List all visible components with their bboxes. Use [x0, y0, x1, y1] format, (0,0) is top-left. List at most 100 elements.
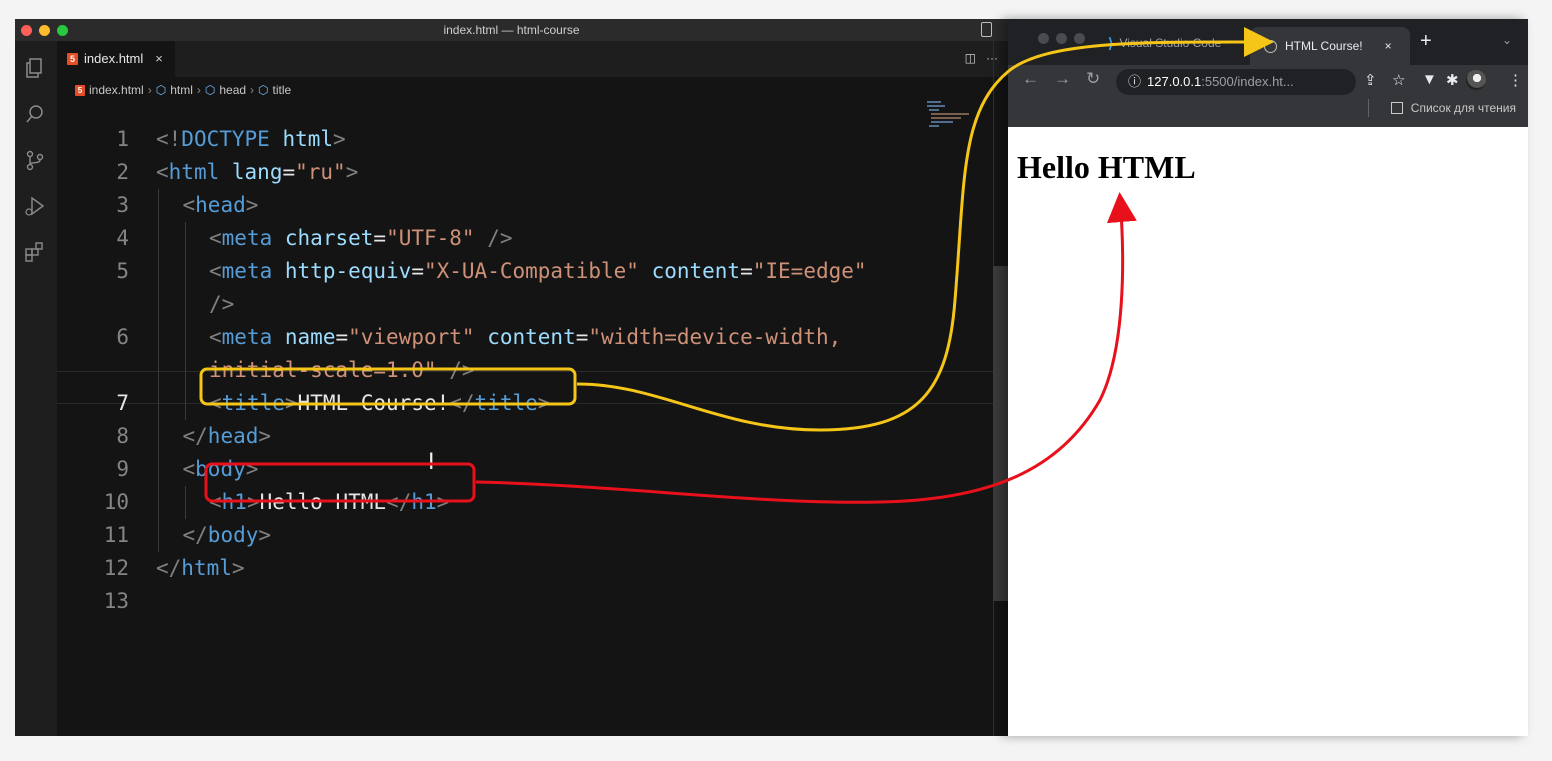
code-token: charset [284, 226, 374, 250]
close-window-button[interactable] [1038, 33, 1049, 44]
code-token: "IE=edge" [752, 259, 867, 283]
code-text: <meta http-equiv="X-UA-Compatible" conte… [209, 255, 867, 288]
breadcrumb-html[interactable]: html [170, 83, 193, 97]
bookmark-star-icon[interactable]: ☆ [1392, 71, 1405, 89]
source-control-icon[interactable] [24, 149, 46, 171]
close-tab-button[interactable]: × [1385, 31, 1392, 61]
line-number: 5 [116, 259, 129, 283]
line-number: 11 [103, 523, 129, 547]
reading-list-button[interactable]: Список для чтения [1390, 101, 1516, 115]
maximize-window-button[interactable] [57, 25, 68, 36]
extensions-puzzle-icon[interactable]: ✱ [1446, 71, 1459, 89]
forward-arrow-icon[interactable]: → [1054, 69, 1071, 89]
code-token: content [651, 259, 741, 283]
minimize-window-button[interactable] [39, 25, 50, 36]
tab-index-html[interactable]: 5 index.html × [57, 41, 175, 77]
code-text: <!DOCTYPE html> [156, 123, 346, 156]
code-token: /> [209, 292, 235, 316]
tab-visual-studio-code[interactable]: ⟩ Visual Studio Code [1108, 29, 1238, 57]
code-token: /> [449, 358, 475, 382]
html5-file-icon: 5 [67, 53, 78, 65]
editor-scrollbar[interactable] [993, 266, 1008, 601]
close-tab-button[interactable]: × [155, 41, 163, 77]
code-token: = [411, 259, 424, 283]
info-icon[interactable]: ⓘ [1128, 74, 1141, 89]
code-token: http-equiv [284, 259, 412, 283]
breadcrumb-title[interactable]: title [273, 83, 292, 97]
run-debug-icon[interactable] [24, 195, 46, 217]
url-host: 127.0.0.1 [1147, 74, 1202, 89]
tab-search-chevron-icon[interactable]: ⌄ [1502, 33, 1512, 47]
share-icon[interactable]: ⇪ [1364, 71, 1377, 89]
minimize-window-button[interactable] [1056, 33, 1067, 44]
line-number: 13 [103, 589, 129, 613]
maximize-window-button[interactable] [1074, 33, 1085, 44]
close-window-button[interactable] [21, 25, 32, 36]
reading-list-label: Список для чтения [1410, 101, 1516, 115]
breadcrumb-file[interactable]: index.html [89, 83, 144, 97]
code-token: DOCTYPE [181, 127, 270, 151]
code-token: meta [221, 259, 273, 283]
code-token: > [436, 490, 450, 514]
split-editor-icon[interactable]: ◫ [965, 51, 976, 65]
search-icon[interactable] [24, 103, 46, 125]
code-token: > [333, 127, 346, 151]
code-token: < [209, 325, 222, 349]
code-token: > [246, 490, 260, 514]
extensions-icon[interactable] [24, 241, 46, 263]
explorer-icon[interactable] [24, 57, 46, 79]
layout-icon[interactable] [981, 22, 992, 37]
vscode-logo-icon: ⟩ [1108, 35, 1114, 51]
code-token: </ [449, 391, 475, 415]
code-text: </html> [156, 552, 245, 585]
back-arrow-icon[interactable]: ← [1022, 69, 1039, 89]
editor-group: 5 index.html × ◫ ··· 5 index.html › ⬡ ht… [57, 41, 1008, 736]
url-path: :5500/index.ht... [1201, 74, 1294, 89]
window-title: index.html — html-course [443, 23, 580, 37]
code-token: "X-UA-Compatible" [423, 259, 639, 283]
code-token: < [182, 193, 196, 217]
minimap[interactable] [927, 101, 969, 131]
indent-guide [158, 189, 159, 552]
code-token: > [245, 457, 259, 481]
reload-icon[interactable]: ↻ [1086, 69, 1100, 89]
browser-menu-icon[interactable]: ⋮ [1508, 71, 1523, 89]
line-number: 2 [116, 160, 129, 184]
breadcrumb-head[interactable]: head [219, 83, 246, 97]
code-text: </head> [183, 420, 272, 453]
window-titlebar: index.html — html-course [15, 19, 1008, 41]
code-token: > [258, 424, 272, 448]
tab-title: Visual Studio Code [1119, 36, 1222, 50]
breadcrumb-separator-icon: › [147, 83, 152, 97]
element-icon: ⬡ [258, 83, 269, 97]
code-token: < [209, 259, 222, 283]
code-token: HTML Course! [297, 391, 450, 415]
address-bar[interactable]: ⓘ 127.0.0.1:5500/index.ht... [1116, 69, 1356, 95]
code-text: initial-scale=1.0" /> [209, 354, 475, 387]
tab-label: index.html [84, 51, 144, 66]
line-number: 8 [116, 424, 129, 448]
code-token: head [195, 193, 246, 217]
code-token: body [207, 523, 259, 547]
indent-guide [184, 222, 186, 420]
profile-avatar[interactable] [1466, 70, 1486, 90]
code-token: < [209, 490, 222, 514]
code-token: body [195, 457, 246, 481]
code-token: < [182, 457, 196, 481]
code-token: content [487, 325, 576, 349]
page-viewport: Hello HTML [1008, 127, 1528, 736]
element-icon: ⬡ [155, 83, 167, 97]
code-text: /> [209, 288, 234, 321]
html5-file-icon: 5 [75, 84, 85, 96]
code-token: > [345, 160, 359, 184]
more-actions-icon[interactable]: ··· [986, 51, 998, 65]
tab-html-course[interactable]: HTML Course! × [1250, 27, 1410, 65]
element-icon: ⬡ [204, 83, 216, 97]
line-number: 10 [103, 490, 129, 514]
editor-tab-bar: 5 index.html × ◫ ··· [57, 41, 1008, 77]
vue-devtools-icon[interactable]: ▼ [1422, 71, 1437, 88]
code-token: = [282, 160, 296, 184]
new-tab-button[interactable]: + [1420, 31, 1432, 51]
